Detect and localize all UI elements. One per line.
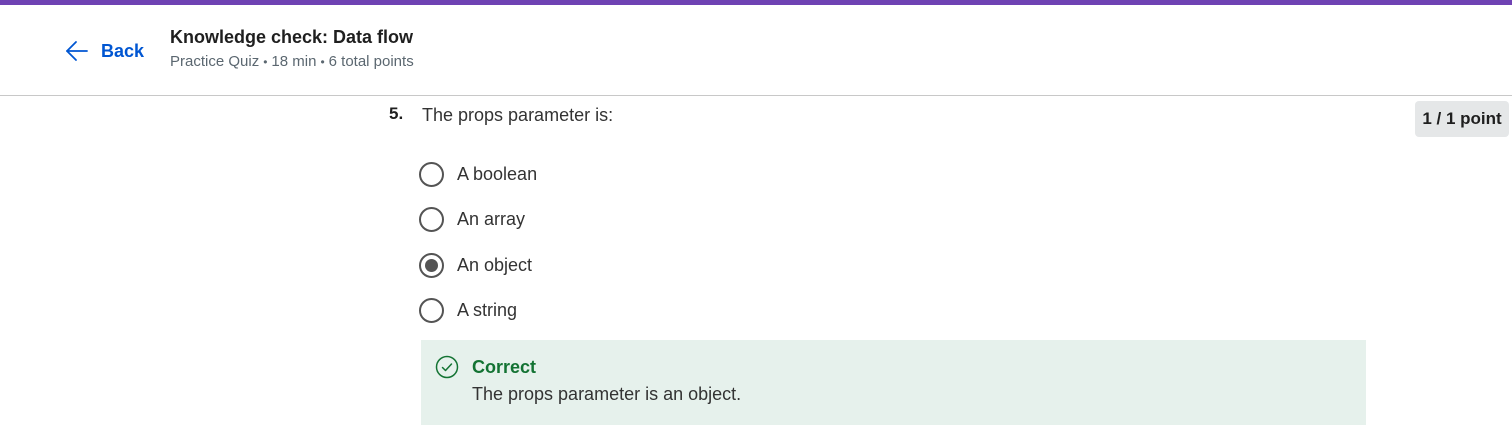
separator-dot: • xyxy=(263,54,268,69)
option-label: An object xyxy=(457,254,533,275)
quiz-type: Practice Quiz xyxy=(170,53,260,70)
answer-option-an-array[interactable]: An array xyxy=(419,205,525,233)
check-circle-icon xyxy=(435,355,459,379)
arrow-left-icon xyxy=(66,41,88,61)
quiz-duration: 18 min xyxy=(271,53,317,70)
answer-option-an-object[interactable]: An object xyxy=(419,251,532,279)
quiz-total-points: 6 total points xyxy=(328,53,414,70)
radio-button[interactable] xyxy=(419,206,444,232)
back-button[interactable]: Back xyxy=(64,38,144,64)
feedback-explanation: The props parameter is an object. xyxy=(472,384,742,404)
score-badge: 1 / 1 point xyxy=(1415,101,1509,137)
question-number: 5. xyxy=(389,104,404,123)
radio-button[interactable] xyxy=(419,297,444,323)
quiz-meta: Practice Quiz • 18 min • 6 total points xyxy=(170,53,414,70)
separator-dot: • xyxy=(320,54,325,69)
feedback-status: Correct xyxy=(472,357,537,377)
option-label: A string xyxy=(457,299,518,320)
answer-option-a-string[interactable]: A string xyxy=(419,296,517,324)
radio-button[interactable] xyxy=(419,161,444,187)
quiz-header: Back Knowledge check: Data flow Practice… xyxy=(0,5,1512,96)
back-label: Back xyxy=(101,40,145,61)
answer-option-a-boolean[interactable]: A boolean xyxy=(419,160,537,188)
feedback-panel: Correct The props parameter is an object… xyxy=(421,340,1366,425)
question-text: The props parameter is: xyxy=(422,105,614,125)
radio-selected-dot xyxy=(425,258,438,272)
quiz-title: Knowledge check: Data flow xyxy=(170,27,414,47)
option-label: A boolean xyxy=(457,163,538,184)
option-label: An array xyxy=(457,208,526,229)
radio-button-selected[interactable] xyxy=(419,252,444,278)
